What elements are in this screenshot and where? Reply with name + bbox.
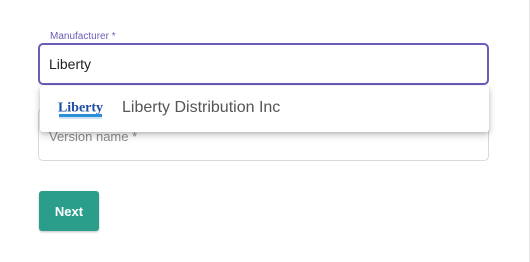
manufacturer-label: Manufacturer * (46, 31, 120, 43)
manufacturer-field[interactable] (38, 43, 489, 85)
manufacturer-input[interactable] (49, 45, 469, 83)
next-button[interactable]: Next (39, 191, 99, 231)
liberty-logo-text: Liberty (58, 101, 103, 116)
liberty-logo: Liberty (57, 98, 104, 120)
dropdown-option-label: Liberty Distribution Inc (122, 99, 281, 116)
dropdown-option-liberty[interactable]: Liberty Liberty Distribution Inc (40, 86, 489, 132)
manufacturer-dropdown: Liberty Liberty Distribution Inc (40, 86, 489, 132)
form-card: Version name * Manufacturer * Liberty Li… (0, 0, 530, 262)
